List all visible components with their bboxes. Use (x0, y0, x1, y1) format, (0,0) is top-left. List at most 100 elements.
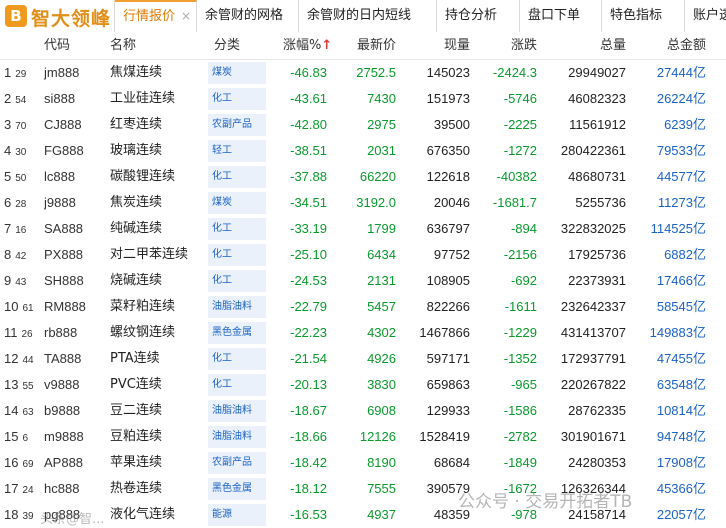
table-row[interactable]: 2 54 si888 工业硅连续 化工 -43.61 7430 151973 -5746 4608… (0, 86, 726, 112)
row-number: 5 (4, 169, 12, 184)
table-row[interactable]: 13 55 v9888 PVC连续 化工 -20.13 3830 659863 -965 2202… (0, 372, 726, 398)
table-row[interactable]: 17 24 hc888 热卷连续 黑色金属 -18.12 7555 390579 -1672 12… (0, 476, 726, 502)
cell-name: 豆二连续 (110, 403, 163, 418)
cell-change-pct: -18.12 (290, 481, 327, 496)
tab-position-analysis[interactable]: 持仓分析 (437, 0, 520, 32)
cell-category: 轻工 (212, 145, 232, 156)
table-row[interactable]: 8 42 PX888 对二甲苯连续 化工 -25.10 6434 97752 -2156 1792… (0, 242, 726, 268)
cell-change: -1229 (503, 325, 537, 340)
table-row[interactable]: 4 30 FG888 玻璃连续 轻工 -38.51 2031 676350 -1272 28042… (0, 138, 726, 164)
column-header-change-pct[interactable]: 涨幅%↑ (283, 32, 332, 60)
cell-total-volume: 220267822 (560, 377, 626, 392)
row-number: 7 (4, 221, 12, 236)
cell-code: SH888 (44, 273, 84, 288)
cell-change-pct: -37.88 (290, 169, 327, 184)
cell-last: 6434 (367, 247, 396, 262)
cell-change: -692 (510, 273, 537, 288)
table-row[interactable]: 18 39 pg888 液化气连续 能源 -16.53 4937 48359 -978 24158… (0, 502, 726, 528)
row-index: 8 42 (4, 242, 42, 268)
column-header-category[interactable]: 分类 (214, 32, 240, 60)
cell-code: rb888 (44, 325, 78, 340)
cell-total-volume: 301901671 (560, 429, 626, 444)
column-header-change[interactable]: 涨跌 (497, 32, 537, 60)
table-row[interactable]: 14 63 b9888 豆二连续 油脂油料 -18.67 6908 129933 -1586 28… (0, 398, 726, 424)
cell-total-amount: 17908亿 (656, 455, 706, 470)
row-index: 4 30 (4, 138, 42, 164)
tab-quotes[interactable]: 行情报价 × (115, 0, 197, 32)
column-header-total-amount[interactable]: 总金额 (654, 32, 706, 60)
table-row[interactable]: 10 61 RM888 菜籽粕连续 油脂油料 -22.79 5457 822266 -1611 2… (0, 294, 726, 320)
app-logo: B 智大领峰 (0, 0, 115, 32)
cell-name: 菜籽粕连续 (110, 299, 176, 314)
cell-volume: 822266 (426, 299, 470, 314)
column-header-total-volume[interactable]: 总量 (586, 32, 626, 60)
tab-label: 行情报价 (123, 9, 176, 24)
cell-total-amount: 22057亿 (656, 507, 706, 522)
cell-volume: 39500 (433, 117, 470, 132)
cell-total-amount: 58545亿 (656, 299, 706, 314)
table-row[interactable]: 7 16 SA888 纯碱连续 化工 -33.19 1799 636797 -894 322832… (0, 216, 726, 242)
table-row[interactable]: 6 28 j9888 焦炭连续 煤炭 -34.51 3192.0 20046 -1681.7 52… (0, 190, 726, 216)
cell-change-pct: -18.67 (290, 403, 327, 418)
column-header-code[interactable]: 代码 (44, 32, 70, 60)
close-icon[interactable]: × (181, 9, 191, 23)
table-row[interactable]: 3 70 CJ888 红枣连续 农副产品 -42.80 2975 39500 -2225 1156… (0, 112, 726, 138)
cell-total-volume: 28762335 (568, 403, 626, 418)
tab-label: 账户透 (693, 8, 726, 23)
table-row[interactable]: 12 44 TA888 PTA连续 化工 -21.54 4926 597171 -1352 172… (0, 346, 726, 372)
cell-total-volume: 11561912 (569, 117, 626, 132)
cell-last: 8190 (367, 455, 396, 470)
cell-change-pct: -43.61 (290, 91, 327, 106)
column-header-last[interactable]: 最新价 (340, 32, 396, 60)
cell-change: -40382 (496, 169, 537, 184)
cell-total-volume: 232642337 (560, 299, 626, 314)
cell-change-pct: -22.23 (290, 325, 327, 340)
row-subnumber: 50 (15, 173, 27, 184)
table-row[interactable]: 5 50 lc888 碳酸锂连续 化工 -37.88 66220 122618 -40382 48… (0, 164, 726, 190)
table-row[interactable]: 9 43 SH888 烧碱连续 化工 -24.53 2131 108905 -692 223739… (0, 268, 726, 294)
cell-change-pct: -16.53 (290, 507, 327, 522)
logo-text: 智大领峰 (31, 8, 112, 30)
tab-grid[interactable]: 余管财的网格 (197, 0, 299, 32)
tab-order-book[interactable]: 盘口下单 (520, 0, 602, 32)
tab-intraday[interactable]: 余管财的日内短线 (299, 0, 437, 32)
tab-indicators[interactable]: 特色指标 (602, 0, 685, 32)
row-subnumber: 6 (22, 433, 29, 444)
tab-account[interactable]: 账户透 (685, 0, 726, 32)
row-number: 11 (4, 325, 18, 340)
cell-volume: 676350 (426, 143, 470, 158)
cell-last: 5457 (367, 299, 396, 314)
cell-category: 煤炭 (212, 197, 232, 208)
cell-code: TA888 (44, 351, 82, 366)
cell-code: hc888 (44, 481, 80, 496)
table-row[interactable]: 11 26 rb888 螺纹钢连续 黑色金属 -22.23 4302 1467866 -1229… (0, 320, 726, 346)
column-header-name[interactable]: 名称 (110, 32, 136, 60)
cell-category: 油脂油料 (212, 431, 252, 442)
row-number: 3 (4, 117, 12, 132)
cell-name: 焦炭连续 (110, 195, 163, 210)
column-header-volume[interactable]: 现量 (430, 32, 470, 60)
cell-change: -894 (510, 221, 537, 236)
cell-code: PX888 (44, 247, 84, 262)
cell-change: -1352 (503, 351, 537, 366)
table-row[interactable]: 16 69 AP888 苹果连续 农副产品 -18.42 8190 68684 -1849 242… (0, 450, 726, 476)
cell-total-amount: 114525亿 (650, 221, 706, 236)
cell-category: 化工 (212, 223, 232, 234)
row-subnumber: 54 (15, 95, 27, 106)
cell-change-pct: -34.51 (290, 195, 327, 210)
cell-change-pct: -18.42 (290, 455, 327, 470)
cell-change-pct: -22.79 (290, 299, 327, 314)
cell-category: 能源 (212, 509, 232, 520)
cell-change: -5746 (503, 91, 537, 106)
row-number: 1 (4, 65, 12, 80)
cell-code: b9888 (44, 403, 81, 418)
table-row[interactable]: 15 6 m9888 豆粕连续 油脂油料 -18.66 12126 1528419 -2782 3… (0, 424, 726, 450)
row-index: 17 24 (4, 476, 42, 502)
cell-name: 螺纹钢连续 (110, 325, 176, 340)
cell-last: 66220 (359, 169, 396, 184)
cell-name: 对二甲苯连续 (110, 247, 189, 262)
cell-change: -2782 (503, 429, 537, 444)
cell-change: -2156 (503, 247, 537, 262)
cell-category: 化工 (212, 171, 232, 182)
table-row[interactable]: 1 29 jm888 焦煤连续 煤炭 -46.83 2752.5 145023 -2424.3 2… (0, 60, 726, 86)
